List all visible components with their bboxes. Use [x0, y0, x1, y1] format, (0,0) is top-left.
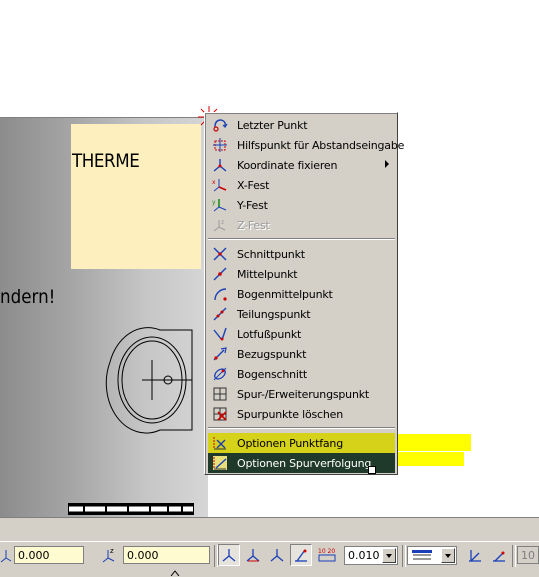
perpendicular-button[interactable] [290, 544, 312, 566]
menu-item-label: Bogenschnitt [237, 367, 308, 381]
delete-track-points-icon [213, 407, 227, 421]
toolbar-separator [402, 545, 406, 567]
status-bar [0, 517, 539, 542]
snap-options-icon [213, 437, 226, 450]
scale-icon: 10 20 [318, 548, 336, 562]
canvas-partial-text: ndern! [0, 286, 56, 308]
division-point-icon [213, 307, 227, 321]
snap-context-menu: Letzter Punkt Hilfspunkt für Abstandsein… [204, 112, 404, 475]
menu-separator [208, 238, 395, 240]
menu-item-lotfusspunkt[interactable]: Lotfußpunkt [208, 324, 395, 344]
svg-text:z: z [221, 219, 224, 226]
axis-xy-button[interactable] [218, 544, 240, 566]
axis-xz-icon [246, 549, 260, 562]
tracking-options-icon [213, 456, 227, 470]
menu-item-hilfspunkt[interactable]: Hilfspunkt für Abstandseingabe [208, 135, 404, 155]
menu-item-teilungspunkt[interactable]: Teilungspunkt [208, 304, 395, 324]
menu-item-label: Mittelpunkt [237, 267, 298, 281]
highlight-marker [396, 434, 471, 451]
therme-symbol[interactable] [100, 322, 200, 437]
arc-intersection-icon [213, 367, 227, 381]
scale-button[interactable]: 10 20 [316, 544, 338, 566]
menu-item-bogenschnitt[interactable]: Bogenschnitt [208, 364, 395, 384]
menu-item-optionen-spurverfolgung[interactable]: Optionen Spurverfolgung [208, 453, 395, 473]
note-text: THERME [72, 150, 140, 172]
menu-item-x-fest[interactable]: x X-Fest [208, 175, 395, 195]
menu-item-y-fest[interactable]: y Y-Fest [208, 195, 395, 215]
menu-item-spur-erweiterungspunkt[interactable]: Spur-/Erweiterungspunkt [208, 384, 395, 404]
perpendicular-icon [295, 549, 307, 562]
submenu-arrow-icon [385, 160, 389, 168]
menu-item-label: Spur-/Erweiterungspunkt [237, 387, 369, 401]
menu-item-mittelpunkt[interactable]: Mittelpunkt [208, 264, 395, 284]
line-style-combo[interactable] [407, 546, 457, 565]
fix-coordinate-icon [213, 159, 227, 172]
menu-item-label: Spurpunkte löschen [237, 407, 344, 421]
menu-item-koordinate-fixieren[interactable]: Koordinate fixieren [208, 155, 395, 175]
svg-text:z: z [110, 547, 114, 555]
reference-point-icon [213, 347, 227, 361]
midpoint-icon [213, 267, 227, 281]
menu-item-label: Z-Fest [237, 218, 270, 232]
menu-item-label: Koordinate fixieren [237, 158, 338, 172]
perpendicular-foot-icon [213, 327, 227, 341]
toolbar-separator [512, 545, 516, 567]
menu-item-letzter-punkt[interactable]: Letzter Punkt [208, 115, 395, 135]
pen-size-combo[interactable]: 0.010 [344, 546, 398, 565]
axis-yz-button[interactable] [266, 544, 288, 566]
angle-button[interactable] [464, 544, 486, 566]
line-style-icon [412, 550, 432, 560]
menu-item-label: Lotfußpunkt [237, 327, 302, 341]
z-fixed-icon: z [213, 219, 226, 232]
highlight-marker [396, 452, 464, 466]
pen-size-value: 0.010 [348, 549, 380, 562]
last-point-icon [213, 119, 228, 132]
dimension-button[interactable] [488, 544, 510, 566]
z-coordinate-icon: z [102, 547, 115, 563]
dimension-icon [493, 551, 505, 562]
scale-bar [68, 503, 194, 515]
menu-separator [208, 427, 395, 429]
track-extension-icon [213, 387, 227, 401]
menu-item-bezugspunkt[interactable]: Bezugspunkt [208, 344, 395, 364]
svg-text:10 20: 10 20 [318, 548, 335, 555]
menu-item-bogenmittelpunkt[interactable]: Bogenmittelpunkt [208, 284, 395, 304]
menu-item-schnittpunkt[interactable]: Schnittpunkt [208, 244, 395, 264]
menu-item-label: Bogenmittelpunkt [237, 287, 333, 301]
menu-item-optionen-punktfang[interactable]: Optionen Punktfang [208, 433, 395, 453]
coordinate-icon [0, 550, 12, 563]
menu-item-label: Bezugspunkt [237, 347, 307, 361]
x-fixed-icon: x [212, 179, 227, 192]
chevron-down-icon[interactable] [441, 548, 455, 563]
helper-point-icon [213, 138, 227, 152]
menu-item-label: Hilfspunkt für Abstandseingabe [237, 138, 405, 152]
axis-xz-button[interactable] [242, 544, 264, 566]
intersection-icon [213, 247, 227, 261]
menu-item-label: X-Fest [237, 178, 270, 192]
angle-icon [469, 550, 481, 562]
menu-item-z-fest: z Z-Fest [208, 215, 395, 235]
axis-xy-icon [222, 549, 236, 562]
svg-text:x: x [212, 179, 216, 186]
menu-item-label: Letzter Punkt [237, 118, 308, 132]
menu-item-label: Schnittpunkt [237, 247, 305, 261]
svg-text:y: y [212, 199, 216, 206]
note-box[interactable] [71, 124, 201, 269]
resize-arrow-icon [170, 570, 180, 576]
chevron-down-icon[interactable] [382, 548, 396, 563]
menu-item-label: Teilungspunkt [237, 307, 311, 321]
coordinate-input-2[interactable]: 0.000 [123, 546, 210, 564]
coordinate-input-1[interactable]: 0.000 [14, 546, 84, 564]
menu-item-label: Y-Fest [237, 198, 268, 212]
axis-yz-icon [270, 549, 284, 562]
mouse-pointer-icon [368, 466, 376, 474]
menu-item-spurpunkte-loeschen[interactable]: Spurpunkte löschen [208, 404, 395, 424]
arc-center-icon [214, 288, 227, 301]
y-fixed-icon: y [212, 199, 227, 212]
partial-value-field[interactable]: 10 [517, 546, 539, 564]
menu-item-label: Optionen Punktfang [237, 436, 343, 450]
menu-item-label: Optionen Spurverfolgung [237, 456, 372, 470]
